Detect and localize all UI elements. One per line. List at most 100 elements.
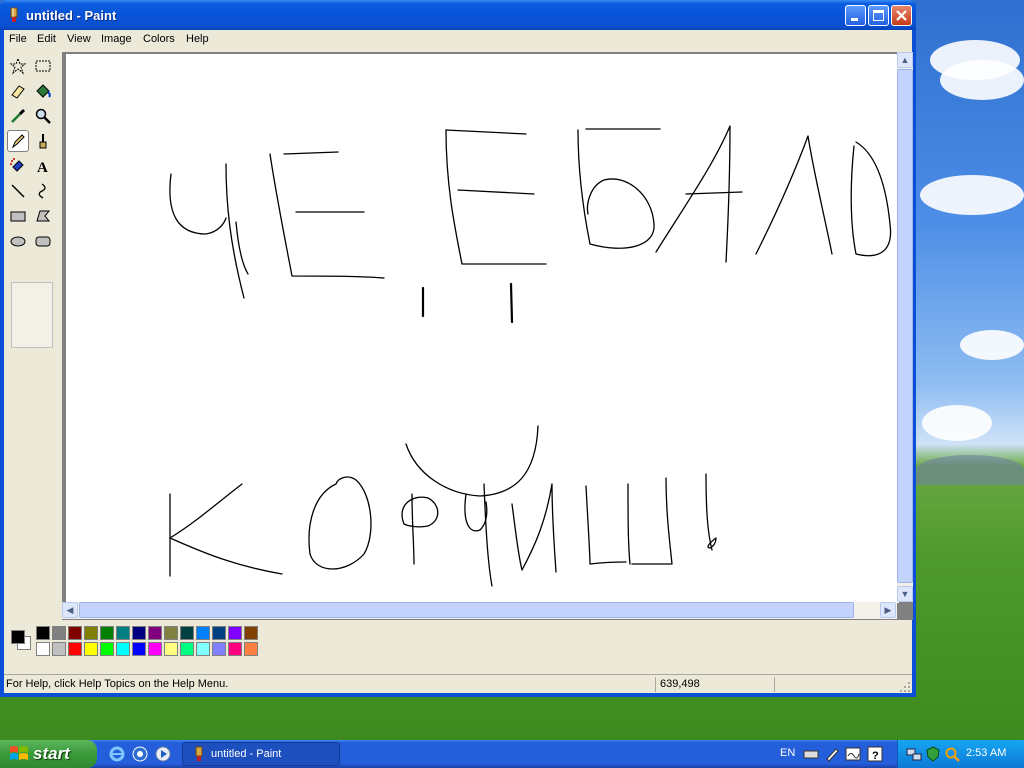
menu-image[interactable]: Image <box>101 33 132 45</box>
maximize-button[interactable] <box>868 5 889 26</box>
eraser-tool[interactable] <box>7 80 29 102</box>
drawing-canvas[interactable] <box>66 54 899 603</box>
color-palette <box>4 622 912 666</box>
palette-color-swatch[interactable] <box>100 642 114 656</box>
media-player-icon[interactable] <box>154 745 172 763</box>
stroke-smile <box>405 425 539 497</box>
palette-color-swatch[interactable] <box>68 642 82 656</box>
internet-explorer-icon[interactable] <box>108 745 126 763</box>
menu-help[interactable]: Help <box>186 33 209 45</box>
vertical-scrollbar[interactable]: ▲ ▼ <box>897 52 913 602</box>
taskbar-paint-button[interactable]: untitled - Paint <box>182 742 340 766</box>
palette-color-swatch[interactable] <box>132 626 146 640</box>
palette-color-swatch[interactable] <box>116 642 130 656</box>
stroke-che-2 <box>225 163 245 299</box>
keyboard-icon[interactable] <box>803 746 819 762</box>
palette-color-swatch[interactable] <box>228 626 242 640</box>
palette-color-swatch[interactable] <box>68 626 82 640</box>
eraser-icon <box>11 85 25 99</box>
star-select-icon <box>9 57 27 75</box>
start-button[interactable]: start <box>0 740 97 768</box>
horizontal-scroll-thumb[interactable] <box>79 602 854 618</box>
palette-color-swatch[interactable] <box>228 642 242 656</box>
palette-color-swatch[interactable] <box>212 626 226 640</box>
stroke-e1-1 <box>269 153 385 279</box>
palette-color-swatch[interactable] <box>180 642 194 656</box>
palette-color-swatch[interactable] <box>116 626 130 640</box>
palette-color-swatch[interactable] <box>100 626 114 640</box>
palette-color-swatch[interactable] <box>196 642 210 656</box>
help-question-icon[interactable]: ? <box>867 746 883 762</box>
pencil-tool[interactable] <box>7 130 29 152</box>
foreground-color-swatch[interactable] <box>11 630 25 644</box>
stroke-sh-2 <box>627 483 631 565</box>
drawing-strokes <box>169 125 892 587</box>
stroke-excl <box>705 473 713 551</box>
palette-color-swatch[interactable] <box>84 626 98 640</box>
menu-edit[interactable]: Edit <box>37 33 56 45</box>
airbrush-tool[interactable] <box>7 155 29 177</box>
svg-text:?: ? <box>872 750 879 762</box>
handwriting-icon[interactable] <box>845 746 861 762</box>
magnifier-tool[interactable] <box>32 105 54 127</box>
stroke-l <box>755 135 833 255</box>
color-picker-tool[interactable] <box>7 105 29 127</box>
pen-input-icon[interactable] <box>824 746 840 762</box>
rectangle-tool[interactable] <box>7 205 29 227</box>
palette-color-swatch[interactable] <box>180 626 194 640</box>
palette-color-swatch[interactable] <box>132 642 146 656</box>
start-label: start <box>33 744 70 763</box>
palette-color-swatch[interactable] <box>244 642 258 656</box>
minimize-button[interactable] <box>845 5 866 26</box>
window-title: untitled - Paint <box>26 8 117 23</box>
scroll-up-button[interactable]: ▲ <box>897 52 913 68</box>
scroll-left-button[interactable]: ◀ <box>62 602 78 618</box>
polygon-tool[interactable] <box>32 205 54 227</box>
text-a-icon: A <box>37 160 48 175</box>
status-help-text: For Help, click Help Topics on the Help … <box>6 678 229 690</box>
status-bar: For Help, click Help Topics on the Help … <box>4 674 912 694</box>
palette-color-swatch[interactable] <box>84 642 98 656</box>
rect-select-tool[interactable] <box>32 55 54 77</box>
palette-color-swatch[interactable] <box>164 642 178 656</box>
cloud <box>960 330 1024 360</box>
palette-color-swatch[interactable] <box>164 626 178 640</box>
palette-color-swatch[interactable] <box>52 642 66 656</box>
palette-color-swatch[interactable] <box>212 642 226 656</box>
text-tool[interactable]: A <box>32 155 54 177</box>
curve-tool[interactable] <box>32 180 54 202</box>
vertical-scroll-thumb[interactable] <box>897 69 913 583</box>
stroke-r-1 <box>411 493 415 565</box>
menu-colors[interactable]: Colors <box>143 33 175 45</box>
stroke-k-2 <box>169 483 243 539</box>
scroll-right-button[interactable]: ▶ <box>880 602 896 618</box>
ellipse-tool[interactable] <box>7 230 29 252</box>
tool-options-box[interactable] <box>11 282 53 348</box>
scroll-down-button[interactable]: ▼ <box>897 586 913 602</box>
palette-color-swatch[interactable] <box>36 642 50 656</box>
palette-color-swatch[interactable] <box>244 626 258 640</box>
menu-file[interactable]: File <box>9 33 27 45</box>
close-button[interactable] <box>891 5 912 26</box>
resize-grip-icon[interactable] <box>900 682 911 693</box>
search-icon[interactable] <box>944 746 960 762</box>
network-icon[interactable] <box>906 746 922 762</box>
taskbar-paint-label: untitled - Paint <box>211 748 282 760</box>
horizontal-scrollbar[interactable]: ◀ ▶ <box>62 602 897 619</box>
current-colors[interactable] <box>9 628 33 652</box>
palette-color-swatch[interactable] <box>148 626 162 640</box>
palette-color-swatch[interactable] <box>36 626 50 640</box>
palette-color-swatch[interactable] <box>52 626 66 640</box>
palette-color-swatch[interactable] <box>148 642 162 656</box>
palette-color-swatch[interactable] <box>196 626 210 640</box>
fill-tool[interactable] <box>32 80 54 102</box>
outlook-express-icon[interactable] <box>131 745 149 763</box>
menu-view[interactable]: View <box>67 33 91 45</box>
security-shield-icon[interactable] <box>925 746 941 762</box>
language-indicator[interactable]: EN <box>780 747 795 759</box>
rounded-rectangle-tool[interactable] <box>32 230 54 252</box>
free-select-tool[interactable] <box>7 55 29 77</box>
title-bar[interactable]: untitled - Paint <box>0 0 916 30</box>
line-tool[interactable] <box>7 180 29 202</box>
brush-tool[interactable] <box>32 130 54 152</box>
